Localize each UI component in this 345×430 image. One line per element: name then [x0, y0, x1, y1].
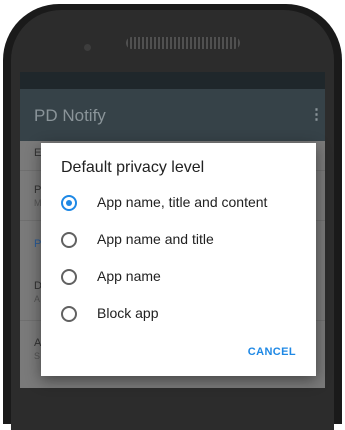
- cancel-button[interactable]: CANCEL: [248, 346, 296, 358]
- bg-row-4-sub: S: [34, 351, 41, 361]
- option-label: App name and title: [97, 231, 214, 247]
- bg-row-3-sub: A: [34, 294, 41, 304]
- option-block-app[interactable]: Block app: [41, 296, 316, 332]
- radio-checked-icon[interactable]: [61, 195, 77, 211]
- dialog-title: Default privacy level: [61, 159, 205, 176]
- app-bar: PD Notify ⋮: [20, 89, 325, 141]
- privacy-level-dialog: Default privacy level App name, title an…: [41, 143, 316, 376]
- option-label: App name: [97, 268, 161, 284]
- option-label: App name, title and content: [97, 194, 268, 210]
- camera-icon: [84, 44, 91, 51]
- more-vert-icon[interactable]: ⋮: [309, 105, 324, 123]
- radio-unchecked-icon[interactable]: [61, 269, 77, 285]
- radio-unchecked-icon[interactable]: [61, 232, 77, 248]
- option-app-name-title[interactable]: App name and title: [41, 222, 316, 258]
- option-app-name-title-content[interactable]: App name, title and content: [41, 185, 316, 221]
- speaker-grille: [126, 37, 240, 49]
- option-label: Block app: [97, 305, 159, 321]
- option-app-name[interactable]: App name: [41, 259, 316, 295]
- app-title: PD Notify: [34, 106, 106, 125]
- status-bar: [20, 72, 325, 89]
- radio-unchecked-icon[interactable]: [61, 306, 77, 322]
